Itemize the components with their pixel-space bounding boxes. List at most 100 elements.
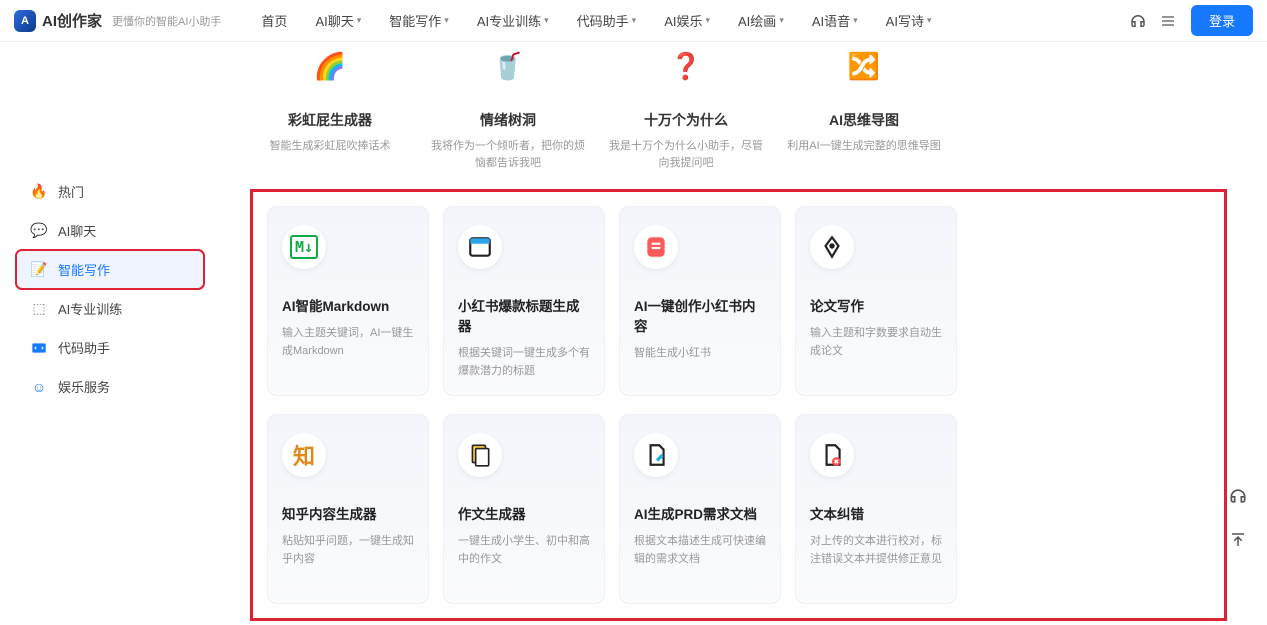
card-desc: 输入主题和字数要求自动生成论文: [810, 325, 942, 360]
card-desc: 一键生成小学生、初中和高中的作文: [458, 533, 590, 568]
tool-card-thesis[interactable]: 论文写作 输入主题和字数要求自动生成论文: [795, 206, 957, 396]
doc-edit-icon: [634, 433, 678, 477]
nav-label: AI绘画: [738, 11, 776, 30]
chevron-down-icon: ▾: [853, 15, 858, 26]
slogan: 更懂你的智能AI小助手: [112, 13, 221, 29]
nav-paint[interactable]: AI绘画▾: [738, 11, 784, 30]
tool-card-xhs-title[interactable]: 小红书爆款标题生成器 根据关键词一键生成多个有爆款潜力的标题: [443, 206, 605, 396]
sidebar: 🔥 热门 💬 AI聊天 📝 智能写作 ⬚ AI专业训练 代码助手 ☺ 娱乐服务: [0, 42, 210, 625]
tool-card-rainbow[interactable]: 🌈 彩虹屁生成器 智能生成彩虹屁吹捧话术: [250, 42, 410, 171]
nav-label: AI聊天: [315, 11, 353, 30]
chevron-down-icon: ▾: [705, 15, 710, 26]
tool-card-why[interactable]: ❓ 十万个为什么 我是十万个为什么小助手，尽管向我提问吧: [606, 42, 766, 171]
pen-icon: [810, 225, 854, 269]
chevron-down-icon: ▾: [357, 15, 362, 26]
tool-card-xhs-content[interactable]: AI一键创作小红书内容 智能生成小红书: [619, 206, 781, 396]
fire-icon: 🔥: [30, 183, 48, 201]
chat-icon: 💬: [30, 222, 48, 240]
zhihu-icon: 知: [282, 433, 326, 477]
card-desc: 输入主题关键词，AI一键生成Markdown: [282, 325, 414, 360]
question-icon: ❓: [662, 42, 710, 90]
card-desc: 我是十万个为什么小助手，尽管向我提问吧: [606, 138, 766, 171]
markdown-icon: M↓: [282, 225, 326, 269]
sidebar-item-label: 娱乐服务: [58, 377, 110, 396]
card-title: 情绪树洞: [428, 110, 588, 130]
nav-label: 首页: [261, 11, 287, 30]
tool-card-zhihu[interactable]: 知 知乎内容生成器 粘贴知乎问题，一键生成知乎内容: [267, 414, 429, 604]
card-title: 十万个为什么: [606, 110, 766, 130]
card-title: 小红书爆款标题生成器: [458, 295, 590, 335]
chevron-down-icon: ▾: [444, 15, 449, 26]
card-desc: 智能生成小红书: [634, 345, 766, 363]
nav-code[interactable]: 代码助手▾: [577, 11, 637, 30]
chevron-down-icon: ▾: [632, 15, 637, 26]
tool-card-correct[interactable]: 文本纠错 对上传的文本进行校对，标注错误文本并提供修正意见: [795, 414, 957, 604]
tool-card-mindmap[interactable]: 🔀 AI思维导图 利用AI一键生成完整的思维导图: [784, 42, 944, 171]
sidebar-item-label: AI聊天: [58, 221, 96, 240]
brand-block[interactable]: A AI创作家: [14, 10, 102, 32]
nav-label: 智能写作: [389, 11, 441, 30]
cube-icon: ⬚: [30, 300, 48, 318]
nav-poem[interactable]: AI写诗▾: [886, 11, 932, 30]
sidebar-item-entertainment[interactable]: ☺ 娱乐服务: [16, 367, 204, 406]
card-title: AI智能Markdown: [282, 295, 414, 315]
login-button[interactable]: 登录: [1191, 5, 1253, 36]
sidebar-item-label: AI专业训练: [58, 299, 122, 318]
nav-fun[interactable]: AI娱乐▾: [664, 11, 710, 30]
nav-voice[interactable]: AI语音▾: [812, 11, 858, 30]
nav-training[interactable]: AI专业训练▾: [477, 11, 549, 30]
tool-grid: M↓ AI智能Markdown 输入主题关键词，AI一键生成Markdown 小…: [267, 206, 1210, 604]
chevron-down-icon: ▾: [927, 15, 932, 26]
sidebar-item-hot[interactable]: 🔥 热门: [16, 172, 204, 211]
brand-name: AI创作家: [42, 10, 102, 31]
card-desc: 对上传的文本进行校对，标注错误文本并提供修正意见: [810, 533, 942, 568]
sidebar-item-chat[interactable]: 💬 AI聊天: [16, 211, 204, 250]
sidebar-item-writing[interactable]: 📝 智能写作: [16, 250, 204, 289]
doc-error-icon: [810, 433, 854, 477]
chevron-down-icon: ▾: [779, 15, 784, 26]
write-icon: 📝: [30, 261, 48, 279]
card-desc: 智能生成彩虹屁吹捧话术: [250, 138, 410, 155]
rainbow-icon: 🌈: [306, 42, 354, 90]
card-title: 文本纠错: [810, 503, 942, 523]
sidebar-item-code[interactable]: 代码助手: [16, 328, 204, 367]
card-desc: 利用AI一键生成完整的思维导图: [784, 138, 944, 155]
back-to-top-button[interactable]: [1223, 525, 1253, 555]
top-nav: 首页 AI聊天▾ 智能写作▾ AI专业训练▾ 代码助手▾ AI娱乐▾ AI绘画▾…: [261, 11, 931, 30]
nav-home[interactable]: 首页: [261, 11, 287, 30]
top-card-row: 🌈 彩虹屁生成器 智能生成彩虹屁吹捧话术 🥤 情绪树洞 我将作为一个倾听者，把你…: [250, 42, 1227, 171]
card-title: AI一键创作小红书内容: [634, 295, 766, 335]
card-desc: 根据关键词一键生成多个有爆款潜力的标题: [458, 345, 590, 380]
tool-card-prd[interactable]: AI生成PRD需求文档 根据文本描述生成可快速编辑的需求文档: [619, 414, 781, 604]
nav-label: AI语音: [812, 11, 850, 30]
card-desc: 根据文本描述生成可快速编辑的需求文档: [634, 533, 766, 568]
sidebar-item-label: 智能写作: [58, 260, 110, 279]
sidebar-item-label: 代码助手: [58, 338, 110, 357]
sidebar-item-label: 热门: [58, 182, 84, 201]
chevron-down-icon: ▾: [544, 15, 549, 26]
menu-icon[interactable]: [1157, 10, 1179, 32]
mindmap-icon: 🔀: [840, 42, 888, 90]
nav-writing[interactable]: 智能写作▾: [389, 11, 449, 30]
sidebar-item-training[interactable]: ⬚ AI专业训练: [16, 289, 204, 328]
window-icon: [458, 225, 502, 269]
card-desc: 粘贴知乎问题，一键生成知乎内容: [282, 533, 414, 568]
note-icon: [634, 225, 678, 269]
smile-icon: ☺: [30, 378, 48, 396]
tool-card-treehole[interactable]: 🥤 情绪树洞 我将作为一个倾听者，把你的烦恼都告诉我吧: [428, 42, 588, 171]
card-title: AI生成PRD需求文档: [634, 503, 766, 523]
support-button[interactable]: [1223, 481, 1253, 511]
tool-card-markdown[interactable]: M↓ AI智能Markdown 输入主题关键词，AI一键生成Markdown: [267, 206, 429, 396]
nav-label: AI写诗: [886, 11, 924, 30]
tool-card-essay[interactable]: 作文生成器 一键生成小学生、初中和高中的作文: [443, 414, 605, 604]
cup-icon: 🥤: [484, 42, 532, 90]
main: 🔥 热门 💬 AI聊天 📝 智能写作 ⬚ AI专业训练 代码助手 ☺ 娱乐服务: [0, 42, 1267, 625]
card-title: 知乎内容生成器: [282, 503, 414, 523]
header: A AI创作家 更懂你的智能AI小助手 首页 AI聊天▾ 智能写作▾ AI专业训…: [0, 0, 1267, 42]
content: 🌈 彩虹屁生成器 智能生成彩虹屁吹捧话术 🥤 情绪树洞 我将作为一个倾听者，把你…: [210, 42, 1267, 625]
nav-chat[interactable]: AI聊天 ▾: [315, 11, 361, 30]
card-desc: 我将作为一个倾听者，把你的烦恼都告诉我吧: [428, 138, 588, 171]
highlighted-section: M↓ AI智能Markdown 输入主题关键词，AI一键生成Markdown 小…: [250, 189, 1227, 621]
card-title: 作文生成器: [458, 503, 590, 523]
headset-icon[interactable]: [1127, 10, 1149, 32]
